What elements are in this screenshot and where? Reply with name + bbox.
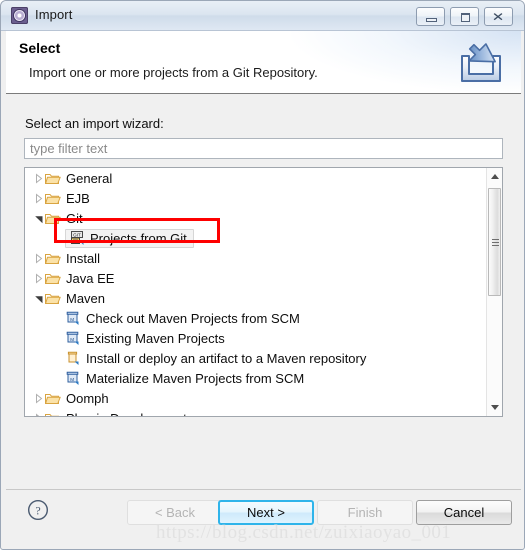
back-button[interactable]: < Back: [127, 500, 223, 525]
window-title: Import: [35, 7, 73, 22]
tree-item-label: Git: [66, 210, 83, 226]
svg-text:GIT: GIT: [73, 232, 81, 237]
tree-item-label: Projects from Git: [90, 230, 187, 246]
page-title: Select: [19, 40, 61, 56]
git-repo-icon: GIT: [69, 230, 85, 246]
chevron-right-icon[interactable]: [31, 412, 42, 416]
dialog-footer: ? < Back Next > Finish Cancel: [6, 490, 521, 546]
restore-icon: [461, 13, 470, 22]
tree-item-label: Existing Maven Projects: [86, 330, 225, 346]
dialog-body: Select an import wizard: General: [6, 94, 521, 489]
tree-item-label: EJB: [66, 190, 90, 206]
tree-item-materialize-maven-projects-from-scm[interactable]: M Materialize Maven Projects from SCM: [25, 368, 487, 388]
folder-icon: [45, 172, 61, 185]
minimize-icon: [426, 18, 437, 22]
tree-item-label: Install or deploy an artifact to a Maven…: [86, 350, 367, 366]
tree-item-label: Materialize Maven Projects from SCM: [86, 370, 305, 386]
chevron-right-icon[interactable]: [31, 392, 43, 404]
minimize-button[interactable]: [416, 7, 445, 26]
folder-icon: [45, 412, 61, 416]
tree-item-label: Java EE: [66, 270, 115, 286]
svg-text:M: M: [70, 317, 74, 322]
chevron-right-icon[interactable]: [31, 192, 43, 204]
title-bar: Import ✕: [1, 1, 524, 31]
wizard-header: Select Import one or more projects from …: [6, 31, 521, 93]
folder-icon: [45, 292, 61, 305]
tree-item-install-or-deploy-artifact[interactable]: Install or deploy an artifact to a Maven…: [25, 348, 487, 368]
import-wizard-tree[interactable]: General EJB Git GIT Projects from Git In…: [24, 167, 503, 417]
close-icon: ✕: [492, 9, 505, 24]
svg-text:?: ?: [35, 503, 40, 517]
finish-button[interactable]: Finish: [317, 500, 413, 525]
folder-icon: [45, 212, 61, 225]
restore-button[interactable]: [450, 7, 479, 26]
folder-icon: [45, 252, 61, 265]
tree-item-label: Install: [66, 250, 100, 266]
selected-tree-item[interactable]: GIT Projects from Git: [65, 228, 194, 248]
maven-jar-icon: M: [65, 310, 81, 326]
page-description: Import one or more projects from a Git R…: [29, 65, 318, 80]
tree-item-java-ee[interactable]: Java EE: [25, 268, 487, 288]
tree-item-label: Maven: [66, 290, 106, 306]
chevron-down-icon[interactable]: [31, 213, 43, 224]
tree-item-projects-from-git[interactable]: GIT Projects from Git: [25, 228, 487, 248]
svg-text:M: M: [70, 377, 74, 382]
tree-item-existing-maven-projects[interactable]: M Existing Maven Projects: [25, 328, 487, 348]
select-wizard-label: Select an import wizard:: [25, 116, 164, 131]
chevron-right-icon[interactable]: [31, 252, 43, 264]
tree-content: General EJB Git GIT Projects from Git In…: [25, 168, 487, 416]
scroll-up-arrow[interactable]: [487, 168, 502, 185]
folder-icon: [45, 392, 61, 405]
chevron-down-icon[interactable]: [31, 293, 43, 304]
tree-item-ejb[interactable]: EJB: [25, 188, 487, 208]
help-question-icon[interactable]: ?: [27, 499, 49, 521]
scroll-down-arrow[interactable]: [487, 399, 502, 416]
tree-item-label: General: [66, 170, 113, 186]
chevron-right-icon[interactable]: [31, 272, 43, 284]
tree-item-maven[interactable]: Maven: [25, 288, 487, 308]
filter-input[interactable]: [24, 138, 503, 159]
tree-scrollbar[interactable]: [486, 168, 502, 416]
next-button[interactable]: Next >: [218, 500, 314, 525]
import-arrow-into-tray-icon: [456, 39, 506, 85]
maven-jar-icon: M: [65, 370, 81, 386]
folder-icon: [45, 272, 61, 285]
tree-item-label: Check out Maven Projects from SCM: [86, 310, 300, 326]
scrollbar-grip: [492, 239, 499, 246]
eclipse-gear-icon: [11, 7, 28, 24]
artifact-jar-icon: [65, 350, 81, 366]
maven-jar-icon: M: [65, 330, 81, 346]
close-button[interactable]: ✕: [484, 7, 513, 26]
chevron-right-icon[interactable]: [31, 172, 43, 184]
tree-item-plug-in-development[interactable]: Plug-in Development: [25, 408, 487, 416]
tree-item-label: Plug-in Development: [66, 411, 187, 417]
tree-item-check-out-maven-projects-from-scm[interactable]: M Check out Maven Projects from SCM: [25, 308, 487, 328]
tree-item-general[interactable]: General: [25, 168, 487, 188]
cancel-button[interactable]: Cancel: [416, 500, 512, 525]
svg-text:M: M: [70, 337, 74, 342]
import-wizard-dialog: Import ✕ Select Import one or more proje…: [0, 0, 525, 550]
tree-item-install[interactable]: Install: [25, 248, 487, 268]
tree-item-label: Oomph: [66, 390, 109, 406]
tree-item-oomph[interactable]: Oomph: [25, 388, 487, 408]
tree-item-git[interactable]: Git: [25, 208, 487, 228]
folder-icon: [45, 192, 61, 205]
scrollbar-thumb[interactable]: [488, 188, 501, 296]
